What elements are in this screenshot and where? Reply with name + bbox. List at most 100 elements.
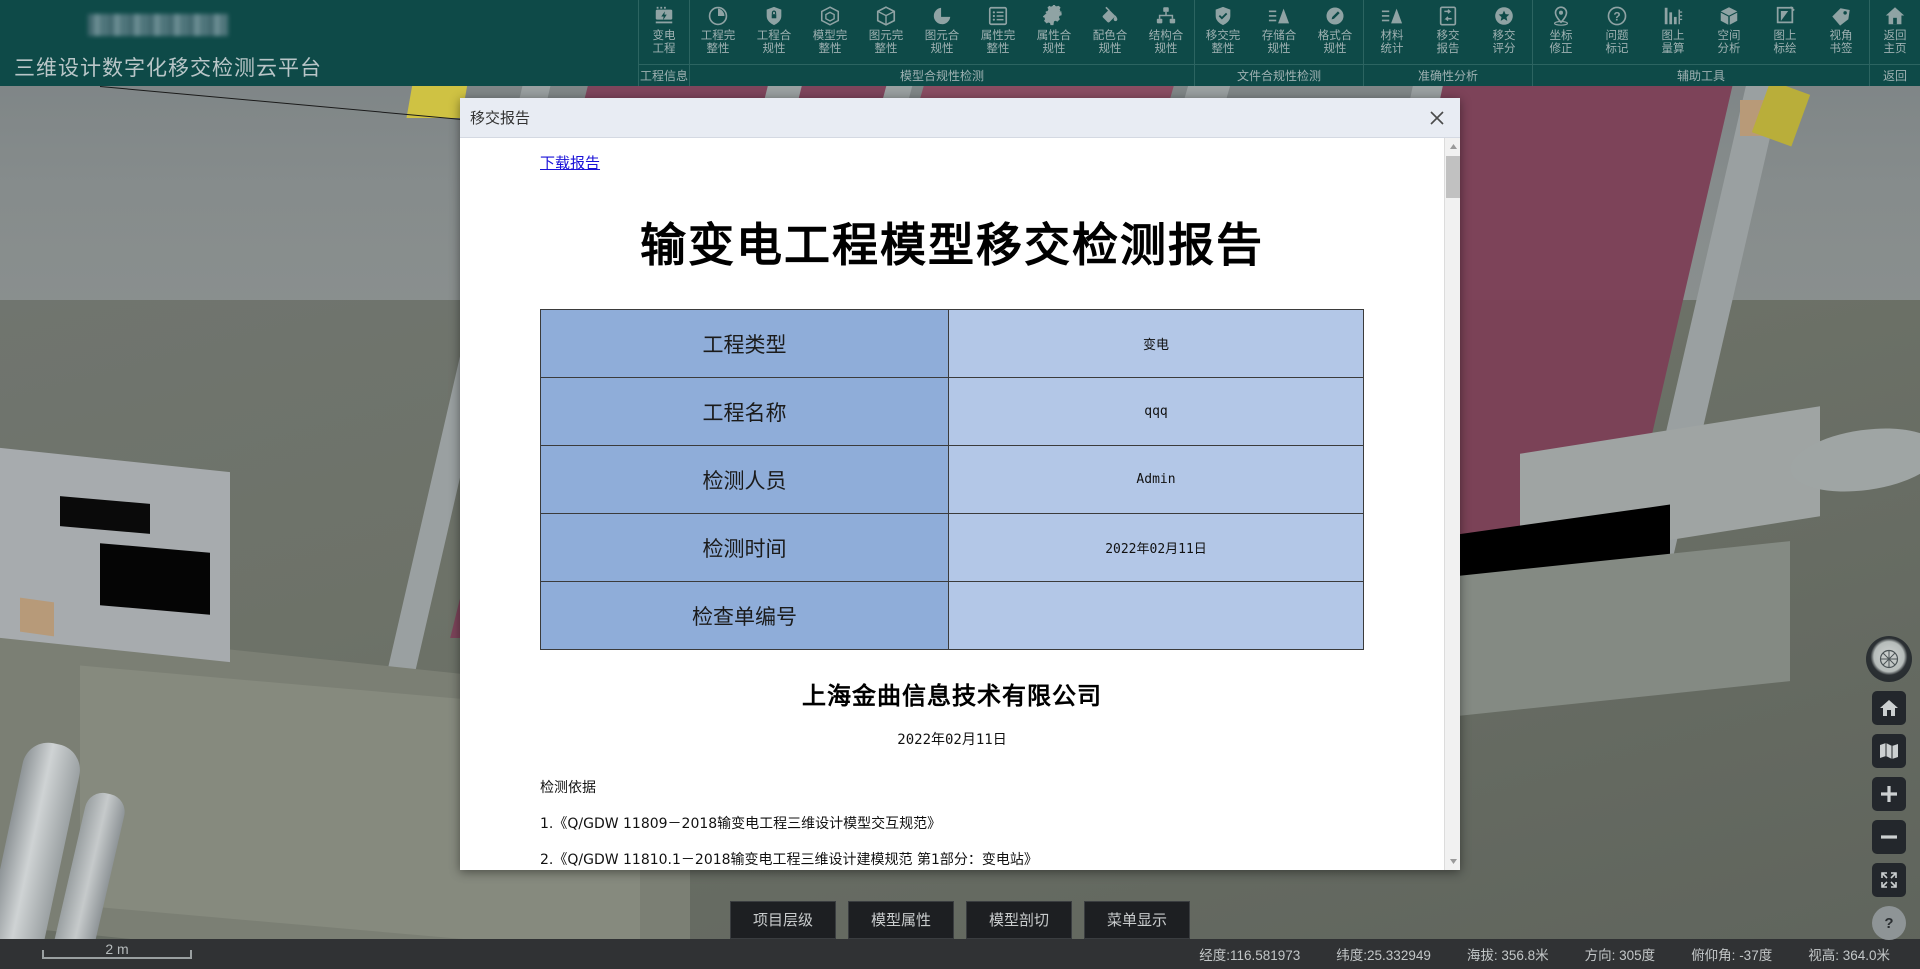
ribbon-label-line1: 移交 [1493, 30, 1516, 43]
ribbon-button-tag-4-5[interactable]: 视角书签 [1813, 0, 1869, 64]
ribbon-label-line1: 属性完 [981, 30, 1016, 43]
ribbon-button-list-1-5[interactable]: 属性完整性 [970, 0, 1026, 64]
ribbon-button-label: 空间分析 [1718, 30, 1741, 56]
hierarchy-icon [1155, 4, 1177, 28]
ribbon-button-map-pin-4-0[interactable]: 坐标修正 [1533, 0, 1589, 64]
table-cell-key: 检测人员 [541, 446, 949, 514]
home-icon [1884, 4, 1906, 28]
ribbon-label-line1: 模型完 [813, 30, 848, 43]
ribbon-button-question-circle-4-1[interactable]: ?问题标记 [1589, 0, 1645, 64]
ribbon-button-draw-4-4[interactable]: 图上标绘 [1757, 0, 1813, 64]
viewport-button-0[interactable]: 项目层级 [730, 901, 836, 939]
ribbon-label-line1: 坐标 [1550, 30, 1573, 43]
zoom-in-icon[interactable] [1872, 777, 1906, 811]
ribbon-label-line2: 分析 [1718, 43, 1741, 56]
ribbon-button-stats-3-0[interactable]: 材料统计 [1364, 0, 1420, 64]
ribbon-group-items: 变电工程 [639, 0, 689, 64]
scale-bar-label: 2 m [42, 941, 192, 957]
map-icon[interactable] [1872, 734, 1906, 768]
ribbon-label-line1: 图上 [1662, 30, 1685, 43]
ribbon-button-paint-bucket-1-7[interactable]: 配色合规性 [1082, 0, 1138, 64]
ribbon-group-title: 返回 [1870, 64, 1920, 86]
ribbon-label-line2: 主页 [1884, 43, 1907, 56]
pencil-circle-icon [1324, 4, 1346, 28]
scene-tan-block [20, 598, 54, 637]
svg-text:?: ? [1613, 10, 1620, 24]
table-row: 工程类型变电 [541, 310, 1364, 378]
ribbon-group-items: 材料统计移交报告 移交评分 [1364, 0, 1532, 64]
scene-dark-opening [100, 543, 210, 615]
ribbon-button-pencil-circle-2-2[interactable]: 格式合规性 [1307, 0, 1363, 64]
fullscreen-icon[interactable] [1872, 863, 1906, 897]
ribbon-label-line2: 整性 [701, 43, 736, 56]
viewport-button-1[interactable]: 模型属性 [848, 901, 954, 939]
ribbon-button-hierarchy-1-8[interactable]: 结构合规性 [1138, 0, 1194, 64]
transfer-report-dialog: 移交报告 下载报告 输变电工程模型移交检测报告 工程类型变电工程名称qqq检测人… [460, 98, 1460, 870]
report-date: 2022年02月11日 [460, 729, 1444, 749]
page-title: 三维设计数字化移交检测云平台 [14, 52, 322, 82]
help-icon[interactable]: ? [1872, 906, 1906, 940]
ribbon-button-gear-1-6[interactable]: 属性合规性 [1026, 0, 1082, 64]
ribbon-button-pie-slice-1-4[interactable]: 图元合规性 [914, 0, 970, 64]
table-row: 检查单编号 [541, 582, 1364, 650]
ribbon-button-cube-outline-1-2[interactable]: 模型完整性 [802, 0, 858, 64]
ribbon-button-cube-solid-4-3[interactable]: 空间分析 [1701, 0, 1757, 64]
ribbon-label-line1: 图元合 [925, 30, 960, 43]
viewport-button-2[interactable]: 模型剖切 [966, 901, 1072, 939]
ribbon-button-label: 返回主页 [1884, 30, 1907, 56]
download-report-link[interactable]: 下载报告 [540, 152, 600, 173]
ribbon-label-line2: 规性 [1318, 43, 1353, 56]
ribbon-button-pie-chart-1-0[interactable]: 工程完整性 [690, 0, 746, 64]
ribbon-button-cube-1-3[interactable]: 图元完整性 [858, 0, 914, 64]
ribbon-button-label: 存储合规性 [1262, 30, 1297, 56]
table-cell-value: qqq [949, 378, 1364, 446]
ribbon-button-label: 移交评分 [1493, 30, 1516, 56]
table-cell-key: 检查单编号 [541, 582, 949, 650]
ribbon-toolbar: 变电工程工程信息工程完整性工程合规性模型完整性图元完整性图元合规性属性完整性属性… [638, 0, 1920, 86]
compass-icon[interactable] [1866, 636, 1912, 682]
ribbon-button-star-3-2[interactable]: 移交评分 [1476, 0, 1532, 64]
ribbon-button-storage-2-1[interactable]: 存储合规性 [1251, 0, 1307, 64]
table-cell-key: 检测时间 [541, 514, 949, 582]
ribbon-group-4: 坐标修正?问题标记图上量算空间分析图上标绘视角书签辅助工具 [1532, 0, 1869, 86]
ribbon-label-line2: 标绘 [1774, 43, 1797, 56]
ribbon-button-shield-lock-1-1[interactable]: 工程合规性 [746, 0, 802, 64]
ribbon-label-line2: 规性 [925, 43, 960, 56]
ribbon-button-home-5-0[interactable]: 返回主页 [1870, 0, 1920, 64]
table-row: 检测人员Admin [541, 446, 1364, 514]
ribbon-button-ruler-4-2[interactable]: 图上量算 [1645, 0, 1701, 64]
company-name: 上海金曲信息技术有限公司 [460, 676, 1444, 711]
viewport-action-buttons: 项目层级模型属性模型剖切菜单显示 [0, 901, 1920, 939]
ribbon-label-line2: 规性 [757, 43, 792, 56]
ribbon-label-line2: 书签 [1830, 43, 1853, 56]
home-icon[interactable] [1872, 691, 1906, 725]
ribbon-label-line1: 图上 [1774, 30, 1797, 43]
close-icon[interactable] [1424, 105, 1450, 131]
ribbon-label-line1: 配色合 [1093, 30, 1128, 43]
table-cell-value: 变电 [949, 310, 1364, 378]
star-icon [1493, 4, 1515, 28]
dialog-scrollbar[interactable] [1444, 138, 1460, 870]
ribbon-label-line2: 统计 [1381, 43, 1404, 56]
ribbon-label-line2: 量算 [1662, 43, 1685, 56]
ribbon-button-transfer-report-3-1[interactable]: 移交报告 [1420, 0, 1476, 64]
zoom-out-icon[interactable] [1872, 820, 1906, 854]
svg-text:?: ? [1884, 915, 1893, 932]
ribbon-button-label: 工程完整性 [701, 30, 736, 56]
ribbon-label-line1: 结构合 [1149, 30, 1184, 43]
ribbon-label-line2: 规性 [1262, 43, 1297, 56]
viewport-button-3[interactable]: 菜单显示 [1084, 901, 1190, 939]
ribbon-label-line1: 工程合 [757, 30, 792, 43]
basis-item: 1.《Q/GDW 11809－2018输变电工程三维设计模型交互规范》 [540, 813, 1444, 833]
scroll-up-icon[interactable] [1445, 138, 1460, 155]
tag-icon [1830, 4, 1852, 28]
scroll-down-icon[interactable] [1445, 853, 1460, 870]
status-field-1: 纬度:25.332949 [1336, 944, 1431, 964]
scrollbar-thumb[interactable] [1446, 156, 1460, 198]
ribbon-button-substation-0-0[interactable]: 变电工程 [639, 0, 689, 64]
ribbon-button-shield-check-2-0[interactable]: 移交完整性 [1195, 0, 1251, 64]
ribbon-button-label: 工程合规性 [757, 30, 792, 56]
ruler-icon [1662, 4, 1684, 28]
table-cell-value: 2022年02月11日 [949, 514, 1364, 582]
ribbon-button-label: 移交报告 [1437, 30, 1460, 56]
